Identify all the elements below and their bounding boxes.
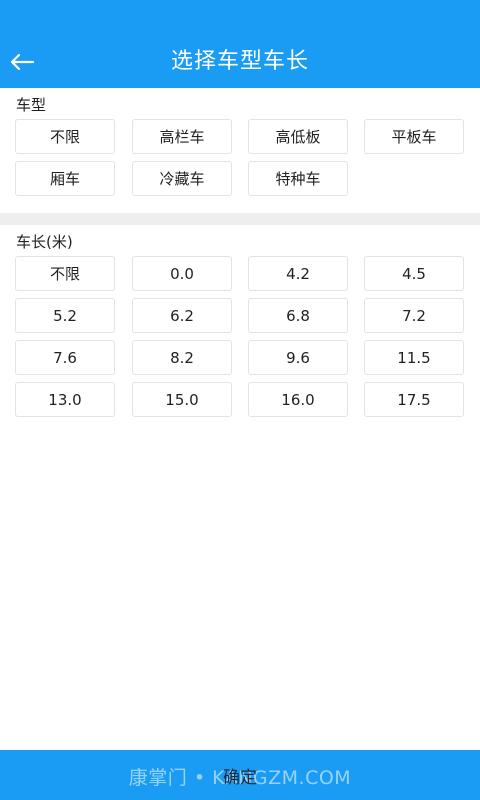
app-header: 选择车型车长	[0, 0, 480, 88]
vehicle-length-option[interactable]: 11.5	[364, 340, 464, 375]
vehicle-type-option-flatbed[interactable]: 平板车	[364, 119, 464, 154]
vehicle-type-option-special[interactable]: 特种车	[248, 161, 348, 196]
vehicle-length-option[interactable]: 6.2	[132, 298, 232, 333]
vehicle-length-option[interactable]: 4.5	[364, 256, 464, 291]
vehicle-length-option[interactable]: 不限	[15, 256, 115, 291]
vehicle-type-option-box-truck[interactable]: 厢车	[15, 161, 115, 196]
vehicle-length-option[interactable]: 4.2	[248, 256, 348, 291]
vehicle-type-option-unlimited[interactable]: 不限	[15, 119, 115, 154]
confirm-button-label: 确定	[223, 767, 257, 788]
vehicle-type-option-high-low-board[interactable]: 高低板	[248, 119, 348, 154]
confirm-button[interactable]: 确定	[0, 750, 480, 800]
vehicle-type-label: 车型	[16, 96, 47, 114]
vehicle-type-option-high-rail[interactable]: 高栏车	[132, 119, 232, 154]
vehicle-length-option[interactable]: 7.2	[364, 298, 464, 333]
section-divider	[0, 213, 480, 225]
vehicle-length-option[interactable]: 17.5	[364, 382, 464, 417]
vehicle-length-option[interactable]: 8.2	[132, 340, 232, 375]
vehicle-length-option[interactable]: 7.6	[15, 340, 115, 375]
vehicle-length-option[interactable]: 16.0	[248, 382, 348, 417]
page: 选择车型车长 车型 不限 高栏车 高低板 平板车 厢车 冷藏车 特种车 车长(米…	[0, 0, 480, 800]
vehicle-length-option[interactable]: 6.8	[248, 298, 348, 333]
vehicle-type-option-refrigerated[interactable]: 冷藏车	[132, 161, 232, 196]
vehicle-length-option[interactable]: 15.0	[132, 382, 232, 417]
vehicle-length-option[interactable]: 13.0	[15, 382, 115, 417]
vehicle-length-option[interactable]: 0.0	[132, 256, 232, 291]
vehicle-length-label: 车长(米)	[16, 233, 73, 251]
vehicle-length-option[interactable]: 5.2	[15, 298, 115, 333]
page-title: 选择车型车长	[170, 49, 309, 74]
vehicle-length-option[interactable]: 9.6	[248, 340, 348, 375]
